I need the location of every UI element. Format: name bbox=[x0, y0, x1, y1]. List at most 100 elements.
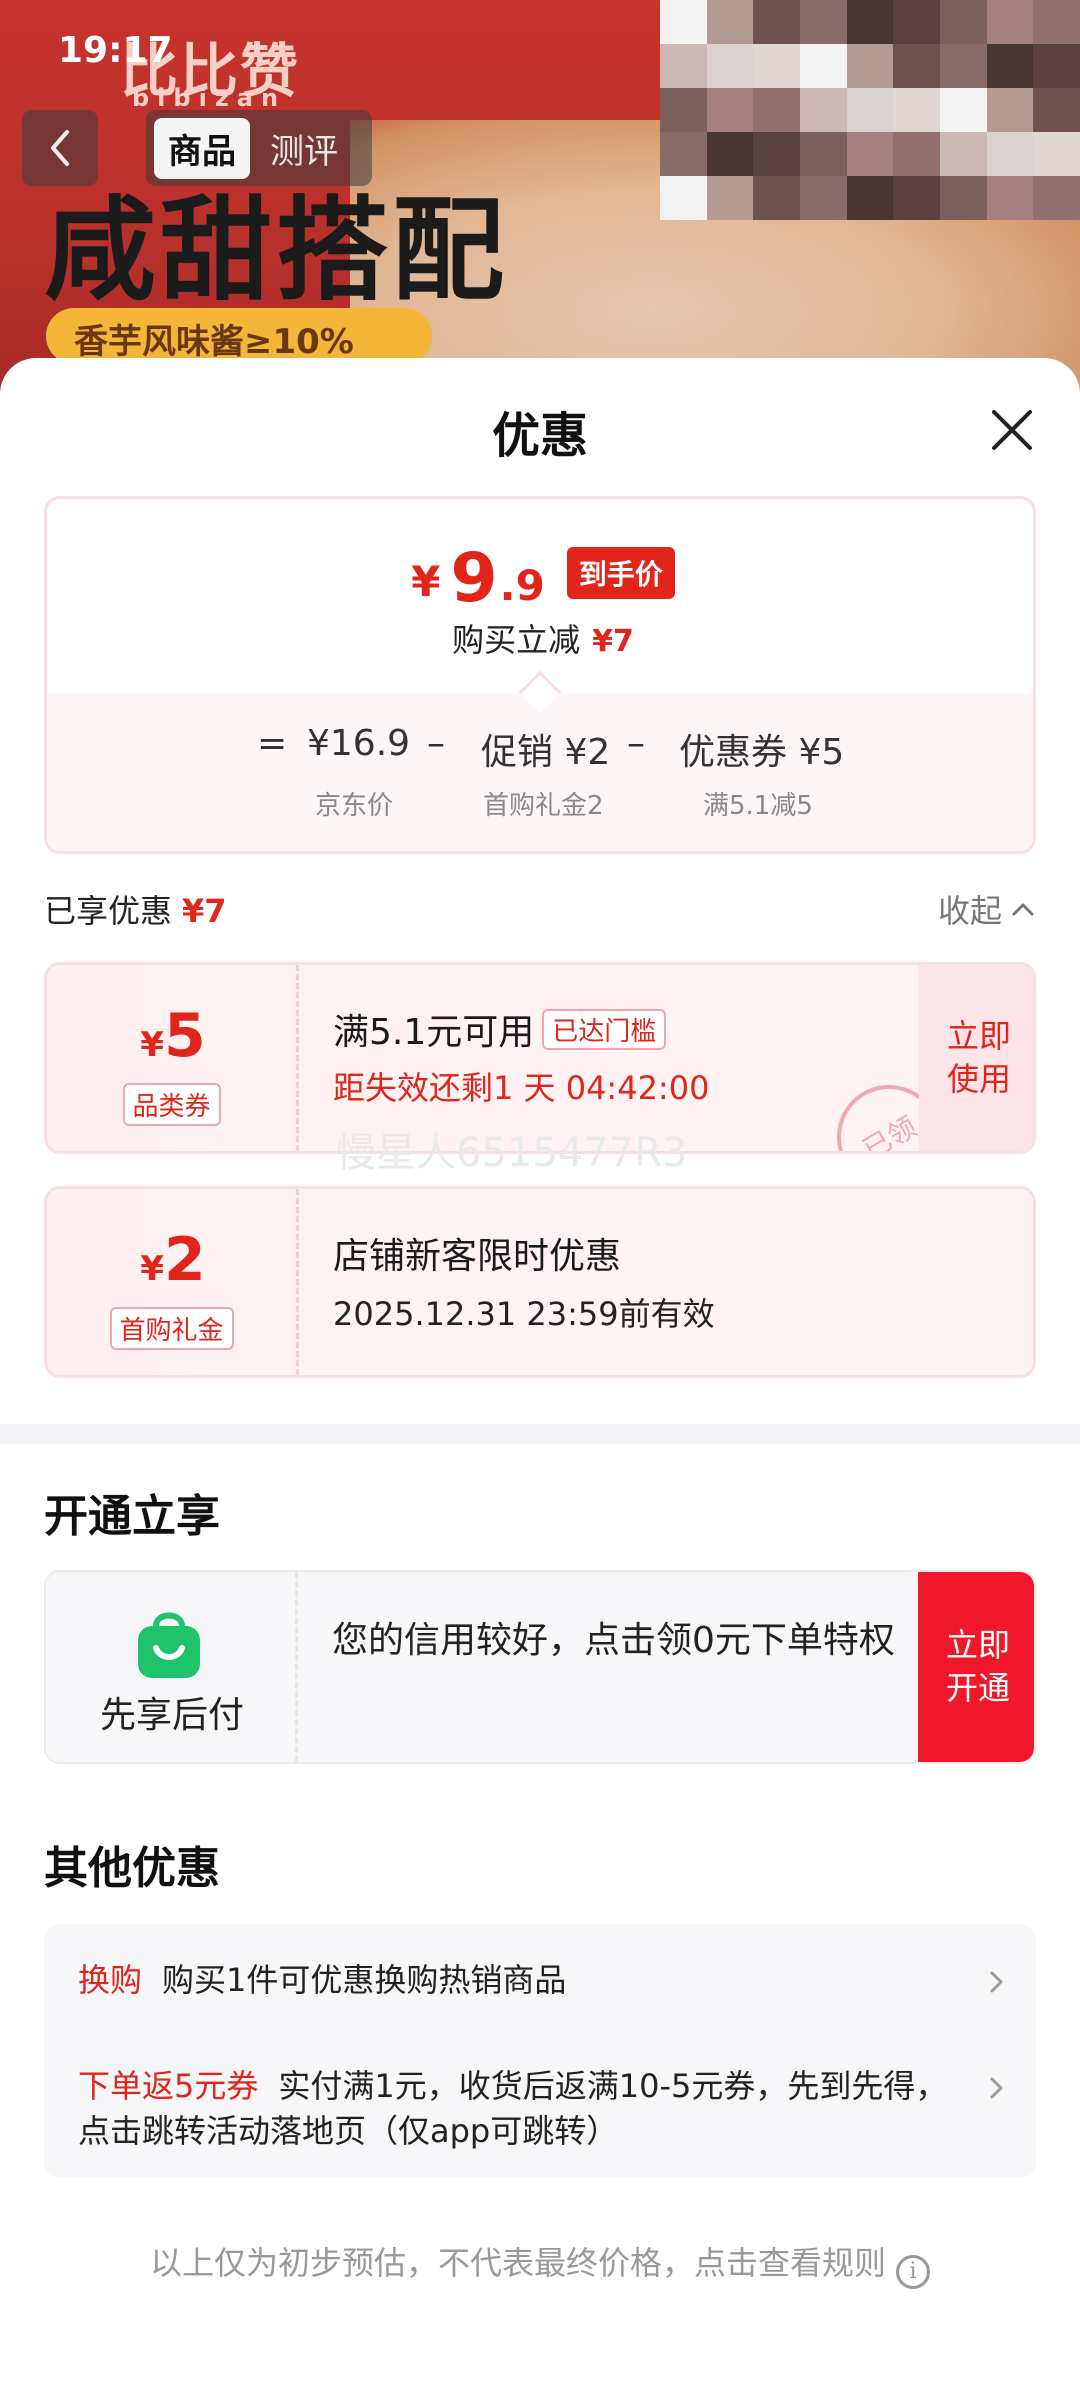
final-price-tag: 到手价 bbox=[566, 547, 675, 599]
collapse-label: 收起 bbox=[938, 892, 1003, 930]
coupon-validity: 2025.12.31 23:59前有效 bbox=[333, 1295, 715, 1333]
mosaic-cell bbox=[1033, 176, 1080, 220]
price-currency: ¥ bbox=[411, 557, 441, 606]
saving-value: ¥7 bbox=[592, 624, 634, 659]
mosaic-cell bbox=[986, 176, 1034, 220]
status-bar-time: 19:17 bbox=[58, 30, 173, 71]
mosaic-cell bbox=[753, 176, 800, 220]
chevron-right-icon[interactable] bbox=[984, 1970, 1008, 1994]
threshold-met-badge: 已达门槛 bbox=[542, 1009, 667, 1050]
mosaic-cell bbox=[846, 132, 894, 176]
mosaic-cell bbox=[893, 176, 940, 220]
offer-item-exchange[interactable]: 换购 购买1件可优惠换购热销商品 bbox=[78, 1958, 998, 2003]
coupon-currency: ¥ bbox=[140, 1025, 164, 1065]
promo-pill: 香芋风味酱≥10% bbox=[46, 308, 432, 364]
price-integer: 9 bbox=[450, 539, 498, 618]
jd-price: ¥16.9 bbox=[307, 723, 411, 764]
open-section-title: 开通立享 bbox=[44, 1491, 220, 1542]
open-now-button[interactable]: 立即 开通 bbox=[918, 1572, 1034, 1762]
use-now-button[interactable]: 立即 使用 bbox=[919, 965, 1033, 1151]
mosaic-cell bbox=[1033, 0, 1080, 44]
coupon-amount: ¥2 bbox=[47, 1225, 299, 1295]
enjoyed-label: 已享优惠 bbox=[44, 892, 173, 930]
mosaic-cell bbox=[1033, 88, 1080, 132]
other-offers-list: 换购 购买1件可优惠换购热销商品 下单返5元券 实付满1元，收货后返满10-5元券，… bbox=[44, 1924, 1036, 2178]
coupon-value: 2 bbox=[163, 1225, 206, 1295]
coupon-type-badge: 品类券 bbox=[122, 1083, 221, 1126]
jd-price-label: 京东价 bbox=[315, 791, 394, 821]
price-decimal: .9 bbox=[499, 561, 545, 610]
close-button[interactable] bbox=[980, 398, 1044, 462]
minus-sign: – bbox=[427, 723, 445, 764]
mosaic-cell bbox=[753, 132, 800, 176]
mosaic-cell bbox=[940, 132, 987, 176]
mosaic-cell bbox=[846, 44, 894, 88]
offer-tag: 下单返5元券 bbox=[78, 2067, 259, 2105]
mosaic-cell bbox=[986, 44, 1034, 88]
mosaic-cell bbox=[1033, 44, 1080, 88]
rules-note-text: 以上仅为初步预估，不代表最终价格，点击查看规则 bbox=[149, 2244, 886, 2282]
close-icon bbox=[992, 410, 1032, 450]
coupon-amount: 优惠券 ¥5 bbox=[679, 732, 845, 773]
mosaic-cell bbox=[706, 176, 754, 220]
coupon-condition: 满5.1元可用 已达门槛 bbox=[333, 1003, 667, 1055]
pay-later-brand: 先享后付 bbox=[46, 1572, 298, 1762]
coupon-currency: ¥ bbox=[140, 1249, 164, 1289]
discount-sheet: 优惠 ¥ 9 .9 到手价 购买立减 ¥7 = ¥16.9 – 促销 ¥2 – … bbox=[0, 358, 1080, 2400]
mosaic-cell bbox=[660, 0, 707, 44]
chevron-right-icon[interactable] bbox=[984, 2076, 1008, 2100]
mosaic-cell bbox=[940, 0, 987, 44]
chevron-up-icon bbox=[1012, 903, 1034, 916]
offer-tag: 换购 bbox=[78, 1961, 143, 1999]
info-icon[interactable]: i bbox=[896, 2255, 930, 2289]
coupon-title: 店铺新客限时优惠 bbox=[333, 1236, 622, 1277]
section-divider bbox=[0, 1424, 1080, 1444]
pixelated-area bbox=[660, 0, 1080, 220]
coupon-value: 5 bbox=[163, 1001, 206, 1071]
mosaic-cell bbox=[660, 132, 707, 176]
brand-subtitle: bibizan bbox=[132, 84, 287, 112]
mosaic-cell bbox=[706, 0, 754, 44]
coupon-label: 满5.1减5 bbox=[703, 791, 813, 821]
mosaic-cell bbox=[753, 44, 800, 88]
mosaic-cell bbox=[940, 176, 987, 220]
final-price: ¥ 9 .9 到手价 bbox=[47, 539, 1033, 618]
mosaic-cell bbox=[660, 88, 707, 132]
collapse-button[interactable]: 收起 bbox=[938, 886, 1034, 932]
other-offers-title: 其他优惠 bbox=[44, 1843, 220, 1894]
mosaic-cell bbox=[706, 88, 754, 132]
mosaic-cell bbox=[846, 88, 894, 132]
saving-label: 购买立减 bbox=[452, 621, 581, 659]
offer-item-coupon-return[interactable]: 下单返5元券 实付满1元，收货后返满10-5元券，先到先得，点击跳转活动落地页（仅… bbox=[78, 2064, 958, 2154]
pay-later-description: 您的信用较好，点击领0元下单特权 bbox=[332, 1620, 895, 1661]
mosaic-cell bbox=[986, 132, 1034, 176]
mosaic-cell bbox=[800, 88, 847, 132]
pay-later-card: 先享后付 您的信用较好，点击领0元下单特权 立即开通 bbox=[44, 1570, 1036, 1764]
watermark: 慢星人6515477R3 bbox=[336, 1130, 688, 1176]
coupon-amount: ¥5 bbox=[47, 1001, 299, 1071]
mosaic-cell bbox=[706, 44, 754, 88]
mosaic-cell bbox=[1033, 132, 1080, 176]
mosaic-cell bbox=[800, 176, 847, 220]
mosaic-cell bbox=[660, 44, 707, 88]
mosaic-cell bbox=[893, 44, 940, 88]
promo-label: 首购礼金2 bbox=[483, 791, 604, 821]
offer-text: 购买1件可优惠换购热销商品 bbox=[162, 1961, 567, 1999]
mosaic-cell bbox=[800, 44, 847, 88]
equals-sign: = bbox=[257, 723, 288, 764]
mosaic-cell bbox=[800, 132, 847, 176]
mosaic-cell bbox=[986, 0, 1034, 44]
open-now-line2: 开通 bbox=[945, 1669, 1010, 1707]
mosaic-cell bbox=[800, 0, 847, 44]
open-now-line1: 立即 bbox=[945, 1625, 1010, 1664]
promo-headline: 咸甜搭配 bbox=[44, 186, 508, 316]
coupon-type-badge: 首购礼金 bbox=[109, 1307, 234, 1350]
mosaic-cell bbox=[893, 88, 940, 132]
enjoyed-value: ¥7 bbox=[182, 892, 227, 930]
coupon-expiry-countdown: 距失效还剩1 天 04:42:00 bbox=[333, 1069, 710, 1107]
coupon-card-first-purchase: ¥2 首购礼金 店铺新客限时优惠 2025.12.31 23:59前有效 bbox=[44, 1186, 1036, 1378]
use-now-line1: 立即 bbox=[946, 1016, 1011, 1055]
rules-note[interactable]: 以上仅为初步预估，不代表最终价格，点击查看规则 i bbox=[0, 2238, 1080, 2289]
mosaic-cell bbox=[753, 88, 800, 132]
saving-row: 购买立减 ¥7 bbox=[47, 615, 1033, 661]
